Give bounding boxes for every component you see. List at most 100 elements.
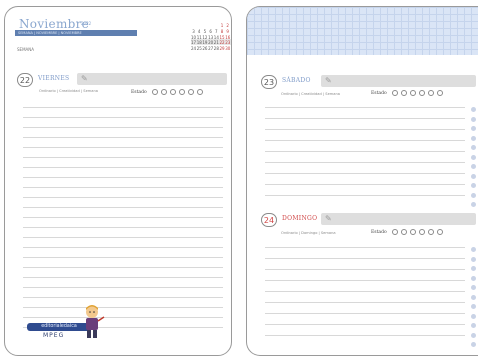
mini-calendar-day: 14 — [213, 34, 219, 40]
day-number: 23 — [261, 75, 277, 89]
ruled-line — [265, 269, 465, 270]
ruled-line — [23, 277, 223, 278]
day-note-bar[interactable]: ✎ — [77, 73, 227, 85]
face-icon[interactable] — [418, 229, 425, 235]
ruled-line — [23, 257, 223, 258]
mini-calendar-day: 10 — [191, 34, 197, 40]
left-page: Noviembre 2022 SEMANA | NOVIEMBRE | NOVI… — [4, 6, 232, 356]
face-icon[interactable] — [427, 229, 434, 235]
face-icon[interactable] — [391, 90, 398, 96]
ruled-line — [23, 167, 223, 168]
ruled-line — [265, 302, 465, 303]
mini-calendar-day: 21 — [213, 40, 219, 46]
mini-calendar-day: 12 — [202, 34, 208, 40]
mood-label: Estado — [371, 90, 387, 96]
margin-dot — [471, 304, 476, 309]
mini-calendar-day: 19 — [202, 40, 208, 46]
margin-dot — [471, 192, 476, 198]
margin-dot — [471, 183, 476, 188]
ruled-line — [265, 118, 465, 119]
mini-calendar-day: 3 — [192, 28, 195, 34]
ruled-line — [265, 162, 465, 163]
ruled-line — [23, 217, 223, 218]
face-icon[interactable] — [187, 89, 194, 95]
ruled-line — [23, 117, 223, 118]
mini-calendar-day: 25 — [196, 46, 202, 52]
mini-calendar-day: 6 — [209, 28, 212, 34]
face-icon[interactable] — [418, 90, 425, 96]
dot-column — [471, 247, 477, 347]
ruled-line — [23, 247, 223, 248]
face-icon[interactable] — [169, 89, 176, 95]
margin-dot — [471, 332, 476, 338]
pencil-icon: ✎ — [325, 214, 332, 223]
margin-dot — [471, 164, 476, 169]
writing-lines — [23, 107, 223, 337]
right-page: 23 SÁBADO ✎ Ordinario | Creatividad | Se… — [246, 6, 478, 356]
mini-calendar-day: 18 — [196, 40, 202, 46]
margin-dot — [471, 313, 476, 319]
margin-dot — [471, 247, 476, 252]
day-header-sunday: 24 DOMINGO ✎ — [261, 213, 476, 233]
face-icon[interactable] — [409, 229, 416, 235]
margin-dot — [471, 294, 476, 300]
ruled-line — [265, 151, 465, 152]
face-icon[interactable] — [400, 229, 407, 235]
mini-calendar-day: 28 — [213, 46, 219, 52]
ruled-line — [23, 287, 223, 288]
grid-header — [247, 7, 478, 55]
margin-dot — [471, 116, 476, 122]
month-title: Noviembre — [19, 17, 90, 31]
face-icon[interactable] — [160, 89, 167, 95]
mini-calendar-day: 29 — [219, 46, 225, 52]
day-number: 22 — [17, 73, 33, 87]
ruled-line — [23, 157, 223, 158]
mini-calendar-day: 20 — [208, 40, 214, 46]
day-note-bar[interactable]: ✎ — [321, 213, 476, 225]
face-icon[interactable] — [391, 229, 398, 235]
mini-calendar-day: 11 — [196, 34, 202, 40]
day-name: SÁBADO — [282, 77, 311, 84]
ruled-line — [23, 137, 223, 138]
day-meta: Ordinario | Creatividad | Semana — [281, 92, 340, 96]
mini-calendar-day: 4 — [197, 28, 201, 34]
face-icon[interactable] — [400, 90, 407, 96]
day-meta: Ordinario | Domingo | Semana — [281, 231, 336, 235]
margin-dot — [471, 342, 476, 347]
ruled-line — [23, 227, 223, 228]
face-icon[interactable] — [178, 89, 185, 95]
margin-dot — [471, 135, 476, 141]
face-icon[interactable] — [436, 90, 443, 96]
ruled-line — [265, 140, 465, 141]
day-name: VIERNES — [38, 75, 70, 82]
mini-calendar-day: 24 — [191, 46, 197, 52]
face-icon[interactable] — [427, 90, 434, 96]
mini-calendar-day: 9 — [226, 28, 229, 34]
ruled-line — [23, 317, 223, 318]
mini-calendar-day: 2 — [226, 23, 229, 28]
day-name: DOMINGO — [282, 215, 318, 222]
pencil-icon: ✎ — [81, 74, 88, 83]
mini-calendar-day: 17 — [191, 40, 197, 46]
margin-dot — [471, 126, 476, 131]
margin-dot — [471, 173, 476, 179]
ruled-line — [265, 107, 465, 108]
pencil-icon: ✎ — [325, 76, 332, 85]
day-number: 24 — [261, 213, 277, 227]
ruled-line — [23, 127, 223, 128]
ruled-line — [23, 307, 223, 308]
mood-row: Estado — [131, 89, 203, 95]
face-icon[interactable] — [436, 229, 443, 235]
face-icon[interactable] — [409, 90, 416, 96]
margin-dot — [471, 145, 476, 150]
ruled-line — [265, 129, 465, 130]
ruled-line — [23, 237, 223, 238]
day-note-bar[interactable]: ✎ — [321, 75, 476, 87]
ruled-line — [265, 313, 465, 314]
mood-label: Estado — [131, 89, 147, 95]
mini-calendar-day: 15 — [219, 34, 225, 40]
day-meta: Ordinario | Creatividad | Semana — [39, 89, 98, 93]
face-icon[interactable] — [196, 89, 203, 95]
margin-dot — [471, 202, 476, 207]
face-icon[interactable] — [151, 89, 158, 95]
